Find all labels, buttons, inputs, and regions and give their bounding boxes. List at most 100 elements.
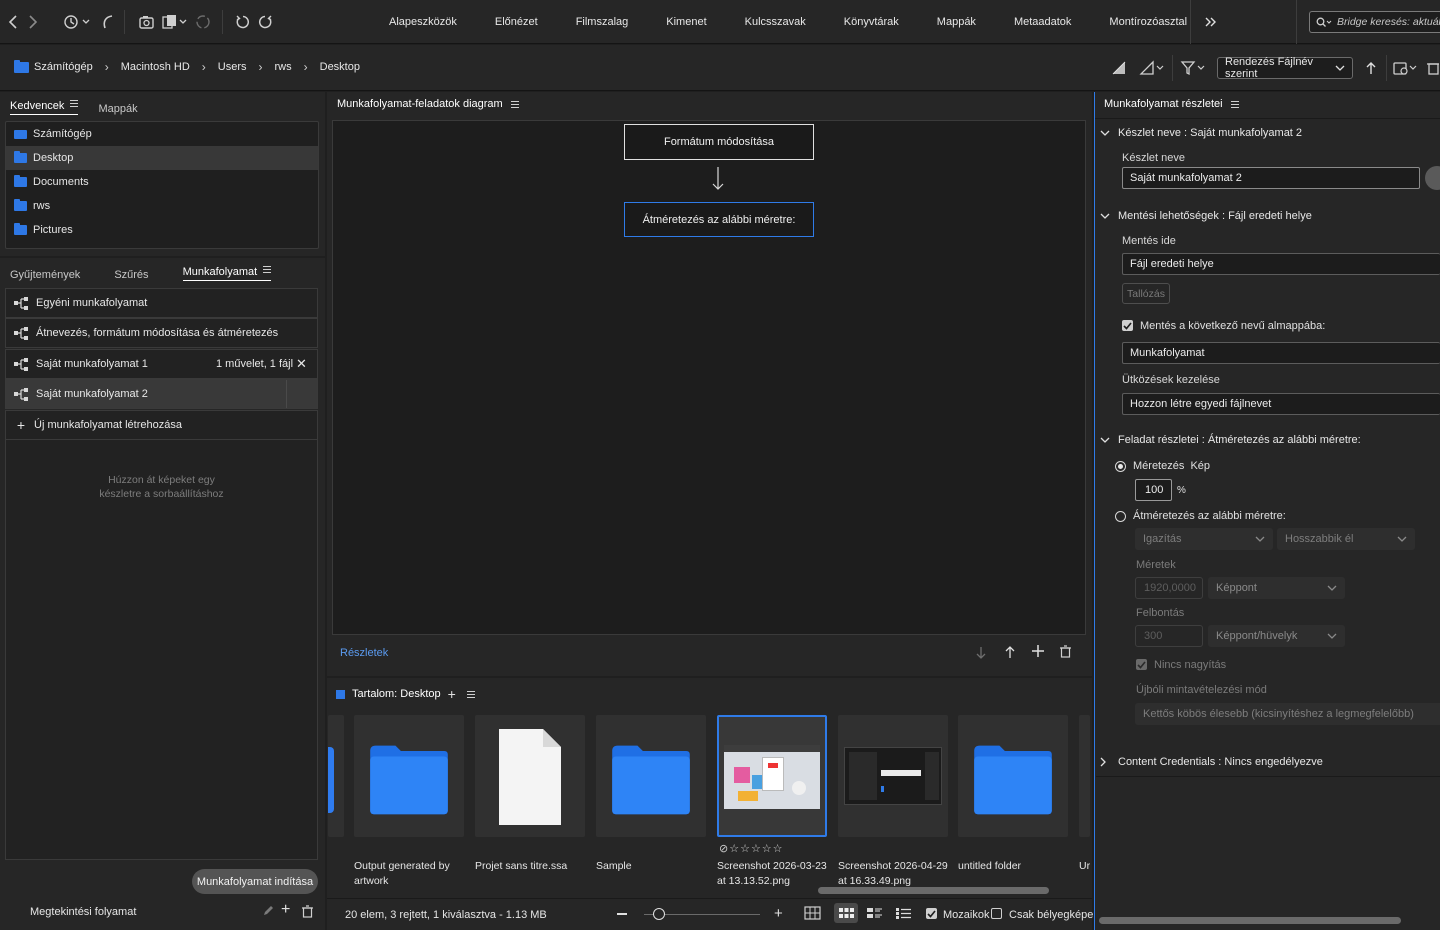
- resize-radio[interactable]: [1115, 511, 1126, 522]
- content-horizontal-scrollbar[interactable]: [818, 887, 1049, 894]
- trash-icon[interactable]: [302, 905, 313, 918]
- workspace-tab-metadata[interactable]: Metaadatok: [995, 16, 1090, 28]
- diagram-node-format-change[interactable]: Formátum módosítása: [624, 124, 814, 160]
- open-recent-icon[interactable]: [1392, 57, 1420, 79]
- rating-filter-icon[interactable]: [1138, 57, 1166, 79]
- breadcrumb-computer[interactable]: Számítógép: [34, 59, 93, 75]
- move-down-icon[interactable]: [976, 646, 986, 659]
- filter-items-icon[interactable]: [1180, 57, 1208, 79]
- quality-thumbnail-icon[interactable]: [1108, 57, 1130, 79]
- copy-files-icon[interactable]: [160, 11, 190, 33]
- thumbnail-card-partial[interactable]: [1079, 715, 1090, 837]
- favorite-item-desktop[interactable]: Desktop: [6, 146, 318, 170]
- thumbnail-card[interactable]: [596, 715, 706, 837]
- workspace-tab-folders[interactable]: Mappák: [918, 16, 995, 28]
- breadcrumb-users[interactable]: Users: [218, 59, 247, 75]
- section-task-details[interactable]: Feladat részletei : Átméretezés az alább…: [1100, 434, 1361, 446]
- view-list-icon[interactable]: [896, 908, 911, 919]
- scale-radio[interactable]: [1115, 461, 1126, 472]
- tab-workflow[interactable]: Munkafolyamat: [182, 264, 272, 281]
- dimensions-unit-dropdown[interactable]: Képpont: [1208, 577, 1345, 599]
- resolution-input[interactable]: 300: [1135, 625, 1203, 647]
- delete-task-icon[interactable]: [1060, 645, 1071, 658]
- thumbnail-card[interactable]: [838, 715, 948, 837]
- camera-import-icon[interactable]: [136, 11, 158, 33]
- workflow-drop-area[interactable]: Húzzon át képeket egy készletre a sorbaá…: [5, 440, 318, 860]
- chevron-right-icon[interactable]: ›: [292, 60, 320, 74]
- workspace-tab-essentials[interactable]: Alapeszközök: [370, 16, 476, 28]
- reject-icon[interactable]: ⊘: [719, 843, 729, 855]
- add-icon[interactable]: +: [448, 686, 456, 702]
- add-icon[interactable]: +: [281, 901, 290, 919]
- tab-folders[interactable]: Mappák: [98, 103, 137, 115]
- favorite-item-documents[interactable]: Documents: [6, 170, 318, 194]
- thumbnail-card[interactable]: [475, 715, 585, 837]
- fit-dropdown[interactable]: Igazítás: [1135, 528, 1273, 550]
- pencil-icon[interactable]: [262, 905, 274, 917]
- rating-stars[interactable]: ⊘☆☆☆☆☆: [719, 842, 784, 855]
- resolution-unit-dropdown[interactable]: Képpont/hüvelyk: [1208, 625, 1345, 647]
- grid-lock-icon[interactable]: [804, 906, 821, 920]
- close-icon[interactable]: ✕: [296, 356, 307, 372]
- thumbnail-card[interactable]: [958, 715, 1068, 837]
- browse-button[interactable]: Tallózás: [1122, 283, 1170, 304]
- run-workflow-button[interactable]: Munkafolyamat indítása: [192, 869, 318, 894]
- workflow-item-my-workflow-1[interactable]: Saját munkafolyamat 1 1 művelet, 1 fájl …: [5, 349, 318, 379]
- workspace-tab-preview[interactable]: Előnézet: [476, 16, 557, 28]
- save-to-dropdown[interactable]: Fájl eredeti helye: [1122, 253, 1440, 275]
- thumbnail-card[interactable]: [354, 715, 464, 837]
- scale-percent-input[interactable]: 100: [1135, 479, 1172, 501]
- sort-dropdown[interactable]: Rendezés Fájlnév szerint: [1217, 56, 1353, 80]
- star-rating[interactable]: ☆☆☆☆☆: [729, 843, 783, 855]
- mosaic-checkbox[interactable]: [926, 908, 937, 919]
- search-input[interactable]: [1337, 16, 1440, 28]
- thumbnail-card-partial[interactable]: [328, 715, 344, 837]
- subfolder-input[interactable]: Munkafolyamat: [1122, 342, 1440, 364]
- favorite-item-computer[interactable]: Számítógép: [6, 122, 318, 146]
- details-horizontal-scrollbar[interactable]: [1099, 917, 1401, 924]
- chevron-right-icon[interactable]: ›: [247, 60, 275, 74]
- workflow-item-my-workflow-2[interactable]: Saját munkafolyamat 2: [5, 379, 318, 409]
- panel-menu-icon[interactable]: [263, 264, 272, 275]
- view-details-icon[interactable]: [867, 908, 882, 919]
- diagram-node-resize[interactable]: Átméretezés az alábbi méretre:: [624, 202, 814, 237]
- zoom-slider-handle[interactable]: [653, 908, 665, 920]
- zoom-in-icon[interactable]: +: [774, 905, 783, 922]
- breadcrumb-desktop[interactable]: Desktop: [320, 59, 360, 75]
- panel-menu-icon[interactable]: [510, 99, 519, 110]
- zoom-out-icon[interactable]: [617, 913, 627, 915]
- workspace-tab-libraries[interactable]: Könyvtárak: [825, 16, 918, 28]
- favorite-item-rws[interactable]: rws: [6, 194, 318, 218]
- rotate-right-icon[interactable]: [254, 11, 276, 33]
- panel-menu-icon[interactable]: [70, 98, 79, 109]
- tab-filter[interactable]: Szűrés: [114, 269, 148, 281]
- workspace-tab-filmstrip[interactable]: Filmszalag: [557, 16, 648, 28]
- details-link[interactable]: Részletek: [340, 647, 388, 659]
- workspace-tab-output[interactable]: Kimenet: [647, 16, 725, 28]
- sync-icon[interactable]: [192, 11, 214, 33]
- panel-menu-icon[interactable]: [1230, 99, 1239, 110]
- move-up-icon[interactable]: [1005, 646, 1015, 659]
- new-workflow-button[interactable]: + Új munkafolyamat létrehozása: [5, 410, 318, 440]
- view-thumbnails-icon[interactable]: [834, 903, 858, 923]
- recent-history-icon[interactable]: [62, 11, 92, 33]
- no-enlarge-checkbox[interactable]: [1136, 659, 1147, 670]
- resample-dropdown[interactable]: Kettős köbös élesebb (kicsinyítéshez a l…: [1135, 703, 1440, 725]
- favorite-item-pictures[interactable]: Pictures: [6, 218, 318, 242]
- workflow-item-rename-convert-resize[interactable]: Átnevezés, formátum módosítása és átmére…: [5, 318, 318, 348]
- more-workspaces-icon[interactable]: [1200, 11, 1222, 33]
- preset-name-input[interactable]: Saját munkafolyamat 2: [1122, 167, 1420, 189]
- workspace-tab-light-table[interactable]: Montírozóasztal: [1090, 16, 1206, 28]
- section-content-credentials[interactable]: Content Credentials : Nincs engedélyezve: [1100, 756, 1323, 768]
- sort-ascending-icon[interactable]: [1360, 57, 1382, 79]
- add-task-icon[interactable]: [1031, 644, 1045, 658]
- thumbnails-only-checkbox[interactable]: [991, 908, 1002, 919]
- dimensions-input[interactable]: 1920,0000: [1135, 577, 1203, 599]
- tab-collections[interactable]: Gyűjtemények: [10, 269, 80, 281]
- conflict-dropdown[interactable]: Hozzon létre egyedi fájlnevet: [1122, 393, 1440, 415]
- subfolder-checkbox[interactable]: [1122, 320, 1133, 331]
- chevron-right-icon[interactable]: ›: [190, 60, 218, 74]
- section-save-options[interactable]: Mentési lehetőségek : Fájl eredeti helye: [1100, 210, 1312, 222]
- workspace-tab-keywords[interactable]: Kulcsszavak: [726, 16, 825, 28]
- search-box[interactable]: [1309, 11, 1440, 33]
